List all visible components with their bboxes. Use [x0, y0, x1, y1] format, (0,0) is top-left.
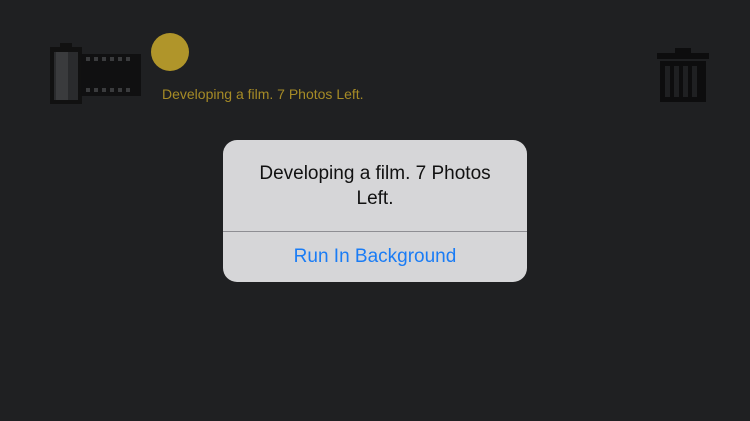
film-roll-icon[interactable] — [48, 42, 144, 106]
status-indicator — [151, 33, 189, 71]
status-text: Developing a film. 7 Photos Left. — [162, 86, 364, 102]
run-in-background-button[interactable]: Run In Background — [223, 232, 527, 282]
trash-icon[interactable] — [655, 46, 711, 104]
alert-dialog: Developing a film. 7 Photos Left. Run In… — [223, 140, 527, 282]
alert-message: Developing a film. 7 Photos Left. — [259, 163, 491, 209]
camera-screen: Developing a film. 7 Photos Left. Develo… — [0, 0, 750, 421]
